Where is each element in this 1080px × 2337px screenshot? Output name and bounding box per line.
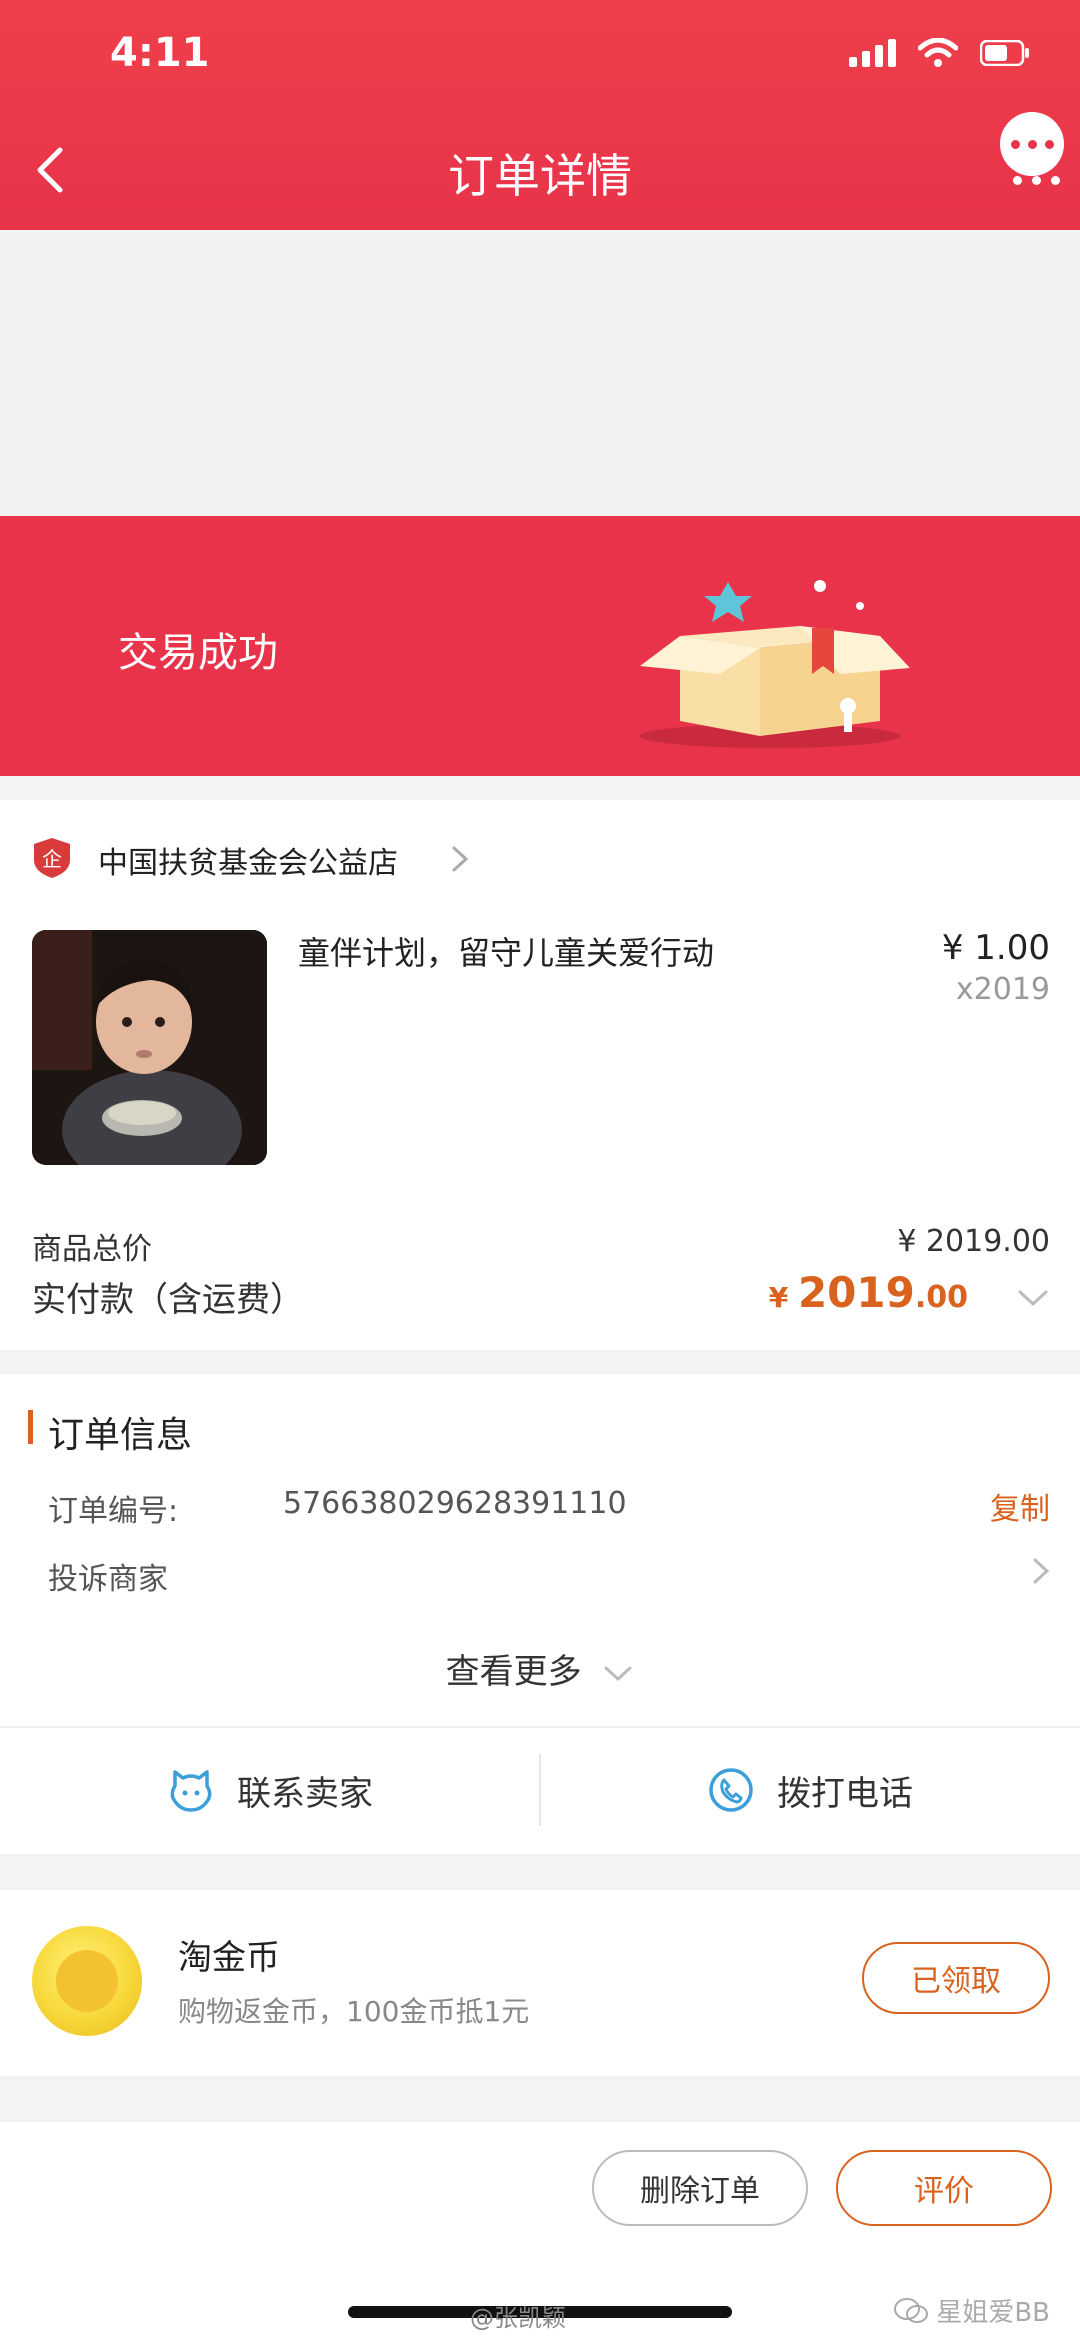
product-image[interactable]	[32, 930, 267, 1165]
status-time: 4:11	[110, 30, 210, 76]
chat-icon	[1010, 139, 1020, 149]
chevron-down-icon[interactable]	[1016, 1288, 1050, 1308]
gold-coin-icon	[32, 1926, 142, 2036]
wechat-watermark: 星姐爱BB	[894, 2292, 1050, 2329]
status-icons	[849, 38, 1030, 68]
coin-subtitle: 购物返金币，100金币抵1元	[178, 1995, 530, 2028]
product-price: ¥ 1.00	[941, 928, 1050, 968]
package-box-illustration	[640, 580, 910, 748]
weibo-watermark: @张凯颖	[470, 2304, 566, 2332]
wechat-icon	[894, 2297, 929, 2323]
product-title[interactable]: 童伴计划，留守儿童关爱行动	[298, 928, 714, 974]
order-status-banner: 交易成功	[0, 516, 1080, 776]
coin-title: 淘金币	[178, 1938, 280, 1978]
delete-order-button[interactable]: 删除订单	[592, 2150, 808, 2226]
chevron-right-icon[interactable]	[1032, 1556, 1050, 1586]
chevron-right-icon[interactable]	[450, 844, 470, 874]
svg-text:企: 企	[42, 847, 62, 871]
top-header: 4:11 订单详情	[0, 0, 1080, 230]
order-info-title: 订单信息	[48, 1415, 193, 1456]
chevron-down-icon	[604, 1666, 632, 1681]
see-more-button[interactable]: 查看更多	[0, 1644, 1080, 1693]
paid-amount-value: ¥ 2019.00	[768, 1268, 968, 1317]
complaint-seller-link[interactable]: 投诉商家	[48, 1554, 168, 1598]
page-title: 订单详情	[448, 149, 632, 203]
paid-amount-label: 实付款（含运费）	[32, 1280, 304, 1320]
call-phone-button[interactable]: 拨打电话	[540, 1728, 1080, 1852]
more-dots-icon[interactable]	[1013, 176, 1060, 185]
order-product-card: 企 中国扶贫基金会公益店 童伴计划，留守儿童关爱行动 ¥ 1.00 x2019 …	[0, 800, 1080, 1350]
subtotal-label: 商品总价	[32, 1232, 152, 1267]
order-number-label: 订单编号:	[48, 1494, 179, 1529]
subtotal-value: ¥ 2019.00	[897, 1224, 1050, 1259]
order-status-text: 交易成功	[118, 630, 278, 676]
taojinbi-card: 淘金币 购物返金币，100金币抵1元 已领取	[0, 1890, 1080, 2076]
contact-seller-button[interactable]: 联系卖家	[0, 1728, 540, 1852]
blank-area	[0, 230, 1080, 516]
battery-icon	[980, 40, 1030, 66]
contact-seller-label: 联系卖家	[237, 1773, 373, 1814]
message-button[interactable]	[1000, 112, 1064, 176]
bottom-action-bar: 删除订单 评价 @张凯颖 星姐爱BB	[0, 2122, 1080, 2337]
cellular-signal-icon	[849, 39, 896, 67]
phone-icon	[709, 1768, 753, 1812]
copy-button[interactable]: 复制	[990, 1484, 1050, 1528]
product-quantity: x2019	[955, 972, 1050, 1007]
order-info-card: 订单信息 订单编号: 576638029628391110 复制 投诉商家 查看…	[0, 1374, 1080, 1854]
claimed-button[interactable]: 已领取	[862, 1942, 1050, 2014]
shop-name[interactable]: 中国扶贫基金会公益店	[98, 838, 398, 882]
review-button[interactable]: 评价	[836, 2150, 1052, 2226]
see-more-label: 查看更多	[445, 1652, 582, 1692]
shop-badge-icon: 企	[34, 838, 70, 878]
call-phone-label: 拨打电话	[777, 1773, 913, 1814]
order-number-value: 576638029628391110	[283, 1486, 627, 1521]
section-accent-bar	[28, 1410, 33, 1444]
wifi-icon	[918, 38, 958, 68]
chat-face-icon	[170, 1770, 212, 1812]
